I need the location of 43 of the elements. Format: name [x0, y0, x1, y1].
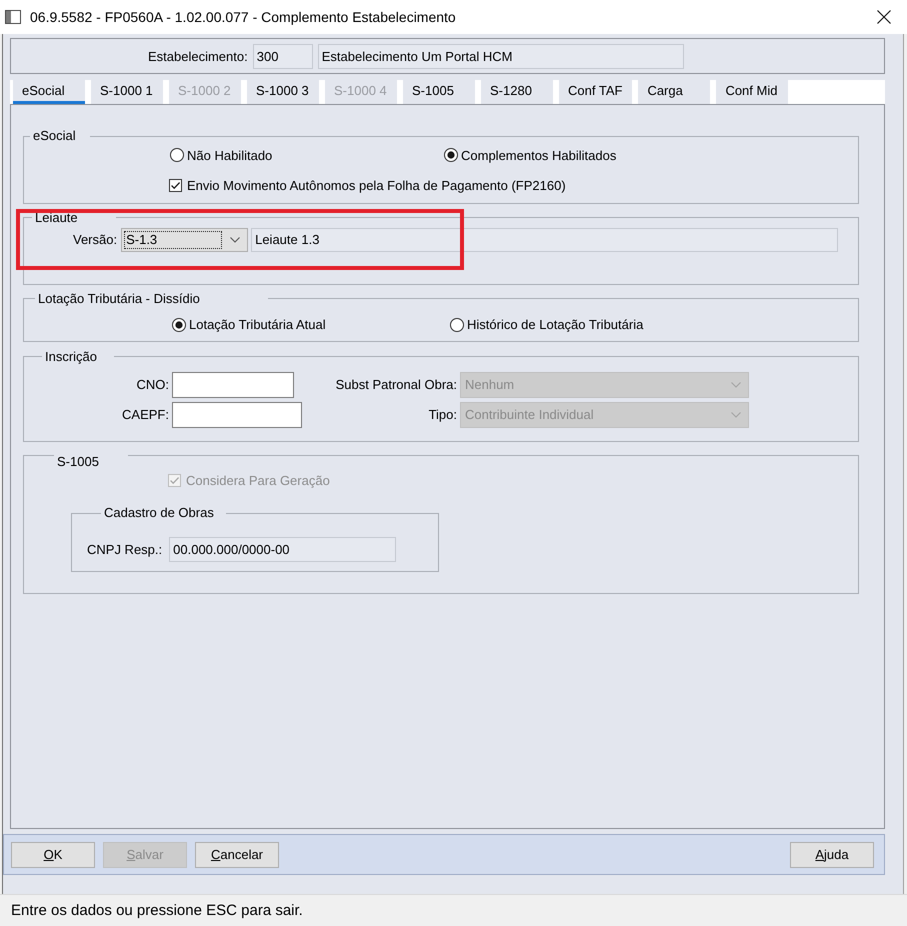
tab[interactable]: Conf Mid [716, 80, 788, 104]
tab[interactable]: S-1005 [403, 80, 475, 104]
field-label: Estabelecimento: [148, 48, 248, 64]
app-window-icon [5, 10, 21, 24]
chevron-down-icon [731, 412, 741, 418]
cnpj-field: 00.000.000/0000-00 [169, 537, 396, 562]
help-button[interactable]: Ajuda [790, 842, 874, 868]
radio-button[interactable]: Lotação Tributária Atual [172, 317, 326, 332]
field-label: CAEPF: [122, 407, 169, 422]
tab[interactable]: S-1280 [481, 80, 553, 104]
radio-button[interactable]: Complementos Habilitados [444, 148, 616, 162]
tab[interactable]: Carga [638, 80, 710, 104]
status-text: Entre os dados ou pressione ESC para sair. [11, 902, 303, 919]
text-input[interactable] [172, 402, 302, 428]
group-title: Leiaute [34, 210, 79, 226]
field-label: Subst Patronal Obra: [336, 377, 457, 392]
group-title: Cadastro de Obras [103, 505, 215, 521]
tab[interactable]: Conf TAF [559, 80, 632, 104]
group-title: Inscrição [44, 348, 98, 364]
group-title: eSocial [32, 128, 77, 144]
code-field: 300 [252, 44, 313, 68]
radio-button[interactable]: Histórico de Lotação Tributária [450, 317, 644, 332]
chevron-down-icon [230, 236, 240, 242]
name-field: Estabelecimento Um Portal HCM [318, 44, 684, 68]
chevron-down-icon [731, 382, 741, 388]
cancel-button[interactable]: Cancelar [195, 842, 279, 868]
window-title: 06.9.5582 - FP0560A - 1.02.00.077 - Complemento Estabelecimento [30, 9, 456, 25]
close-icon [877, 10, 891, 24]
tab[interactable]: eSocial [13, 80, 85, 104]
field-label: Versão: [73, 232, 118, 247]
group-title: Lotação Tributária - Dissídio [37, 290, 201, 306]
ok-button[interactable]: OK [11, 842, 95, 868]
checkbox[interactable]: Envio Movimento Autônomos pela Folha de Pagamento (FP2160) [169, 176, 566, 194]
group-title: S-1005 [56, 452, 100, 470]
description-field: Leiaute 1.3 [251, 228, 838, 252]
tab[interactable]: S-1000 3 [247, 80, 319, 104]
dropdown[interactable]: S-1.3 [121, 228, 248, 252]
field-label: Tipo: [428, 407, 457, 422]
text-input[interactable] [172, 372, 294, 398]
radio-button[interactable]: Não Habilitado [170, 148, 272, 162]
field-label: CNO: [136, 377, 169, 392]
field-label: CNPJ Resp.: [87, 542, 162, 557]
tab[interactable]: S-1000 1 [91, 80, 163, 104]
